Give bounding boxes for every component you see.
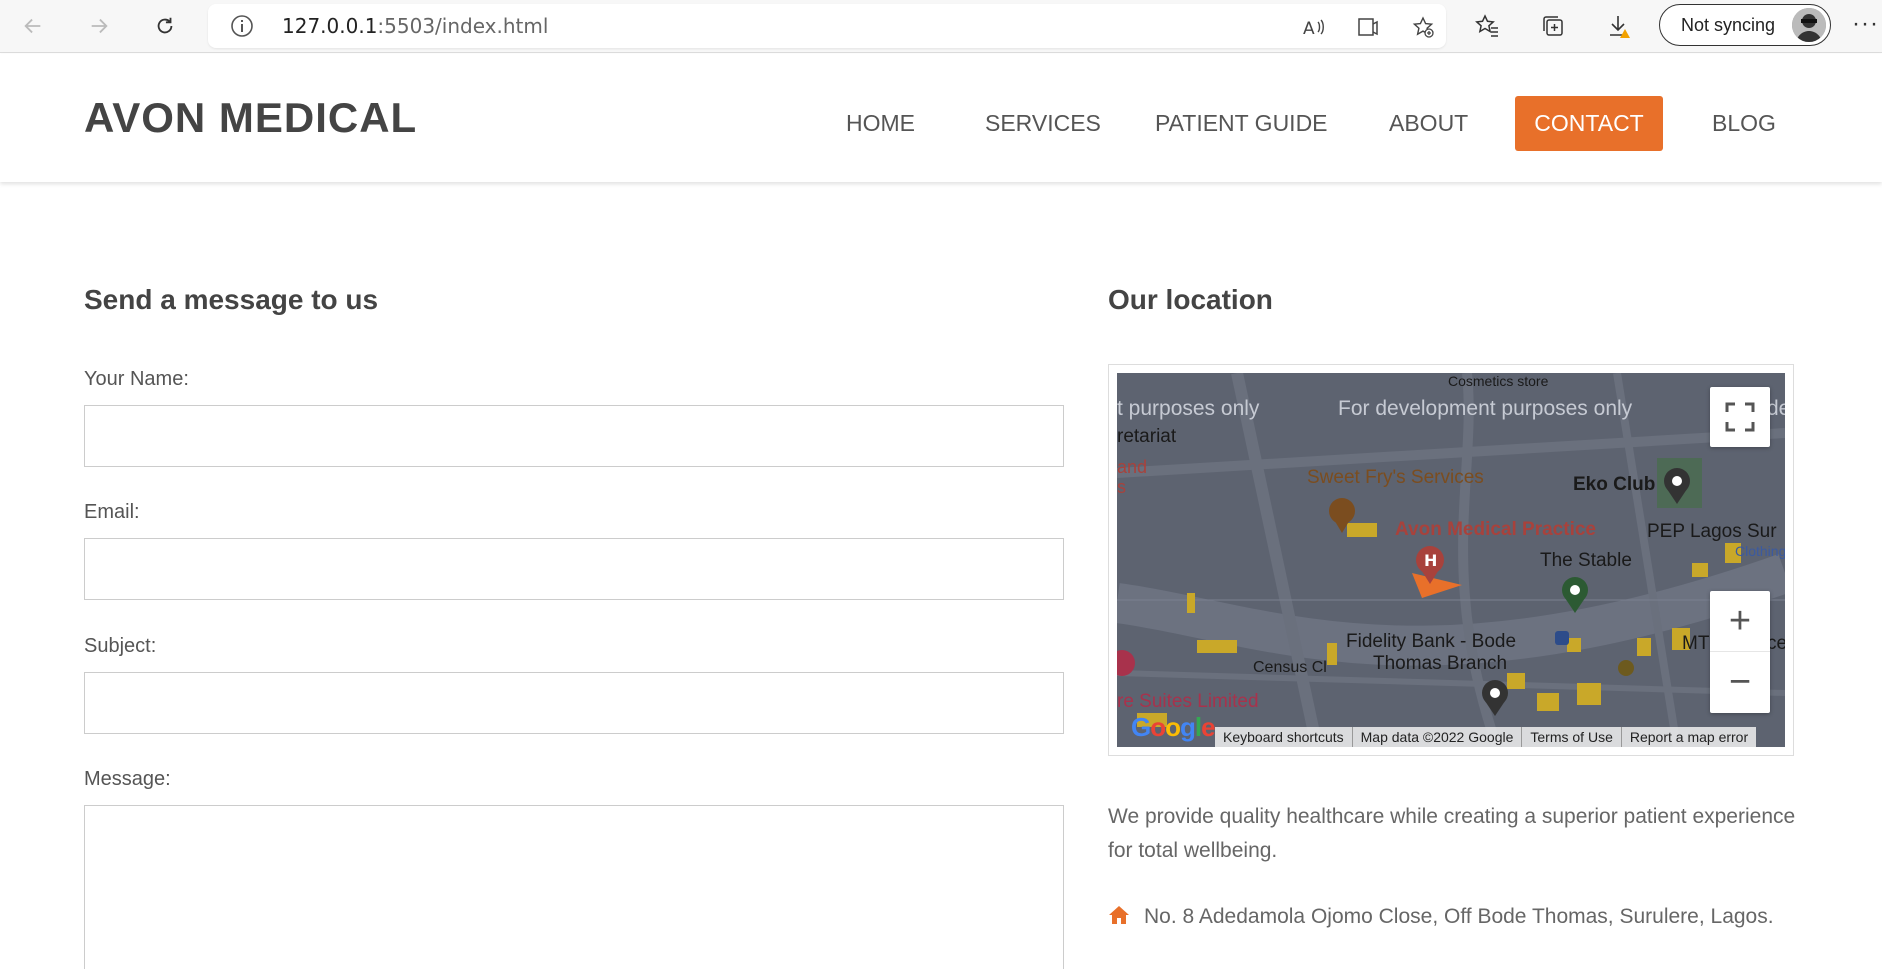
message-label: Message:	[84, 768, 171, 790]
map-label-fidelity-1: Fidelity Bank - Bode	[1346, 631, 1517, 652]
immersive-reader-icon[interactable]	[1355, 14, 1381, 40]
google-map[interactable]: H t purposes only For development purpos…	[1117, 373, 1785, 747]
nav-about[interactable]: ABOUT	[1367, 96, 1490, 151]
map-label-clothing: Clothing	[1735, 543, 1785, 559]
svg-text:A: A	[1303, 19, 1315, 39]
map-label-secretariat: retariat	[1117, 426, 1177, 447]
fullscreen-button[interactable]	[1710, 387, 1770, 447]
address-text: No. 8 Adedamola Ojomo Close, Off Bode Th…	[1144, 905, 1774, 928]
site-header: AVON MEDICAL HOME SERVICES PATIENT GUIDE…	[0, 54, 1882, 182]
google-logo: Google	[1131, 712, 1216, 742]
url-text[interactable]: 127.0.0.1:5503/index.html	[282, 14, 548, 38]
about-text: We provide quality healthcare while crea…	[1108, 805, 1796, 862]
back-arrow-icon	[24, 18, 41, 34]
zoom-in-button[interactable]: +	[1710, 592, 1770, 652]
profile-button[interactable]: Not syncing	[1659, 4, 1831, 46]
map-frame: H t purposes only For development purpos…	[1108, 364, 1794, 756]
name-label: Your Name:	[84, 368, 189, 390]
message-field[interactable]	[84, 805, 1064, 969]
refresh-icon	[157, 17, 173, 34]
collections-icon[interactable]	[1538, 11, 1568, 41]
refresh-button[interactable]	[146, 7, 184, 45]
nav-home[interactable]: HOME	[824, 96, 937, 151]
address-bar[interactable]: 127.0.0.1:5503/index.html A	[208, 4, 1446, 48]
email-label: Email:	[84, 501, 140, 523]
fullscreen-icon	[1725, 402, 1755, 432]
terms-of-use-link[interactable]: Terms of Use	[1522, 727, 1622, 747]
add-favorite-icon[interactable]	[1410, 14, 1436, 40]
map-data-text: Map data ©2022 Google	[1352, 727, 1523, 747]
map-label-avon-practice: Avon Medical Practice	[1395, 519, 1596, 540]
subject-label: Subject:	[84, 635, 157, 657]
map-label-mt: MT	[1682, 633, 1710, 654]
map-label-pep: PEP Lagos Sur	[1647, 521, 1777, 542]
home-icon	[1109, 906, 1129, 924]
map-watermark-left: t purposes only	[1117, 397, 1260, 420]
browser-toolbar: 127.0.0.1:5503/index.html A Not syncing …	[0, 0, 1882, 53]
map-attribution: Keyboard shortcuts Map data ©2022 Google…	[1215, 727, 1757, 747]
address-row: No. 8 Adedamola Ojomo Close, Off Bode Th…	[1108, 900, 1798, 934]
map-label-eko-club: Eko Club	[1573, 474, 1656, 495]
more-options-button[interactable]: ···	[1852, 10, 1880, 40]
name-field[interactable]	[84, 405, 1064, 467]
map-label-sweet-fry: Sweet Fry's Services	[1307, 467, 1484, 488]
map-label-stable: The Stable	[1540, 550, 1632, 571]
favorites-icon[interactable]	[1472, 11, 1502, 41]
map-label-cosmetics: Cosmetics store	[1448, 373, 1549, 389]
nav-services[interactable]: SERVICES	[963, 96, 1123, 151]
nav-blog[interactable]: BLOG	[1690, 96, 1798, 151]
map-label-suites: re Suites Limited	[1117, 691, 1259, 712]
avatar	[1792, 8, 1826, 42]
email-field[interactable]	[84, 538, 1064, 600]
back-button[interactable]	[14, 7, 52, 45]
map-label-s: s	[1117, 477, 1126, 497]
forward-arrow-icon	[91, 18, 108, 34]
map-label-fidelity-2: Thomas Branch	[1373, 653, 1508, 674]
map-watermark-center: For development purposes only	[1338, 397, 1633, 420]
forward-button[interactable]	[80, 7, 118, 45]
site-logo[interactable]: AVON MEDICAL	[84, 94, 417, 142]
zoom-out-button[interactable]: −	[1710, 652, 1770, 712]
zoom-control: + −	[1710, 591, 1770, 713]
map-label-and: and	[1117, 457, 1148, 477]
form-title: Send a message to us	[84, 284, 379, 315]
profile-label: Not syncing	[1681, 15, 1776, 35]
report-map-error-link[interactable]: Report a map error	[1621, 727, 1757, 747]
info-icon[interactable]	[230, 14, 254, 38]
subject-field[interactable]	[84, 672, 1064, 734]
location-title: Our location	[1108, 284, 1273, 315]
map-label-census: Census Cl	[1253, 659, 1327, 676]
read-aloud-icon[interactable]: A	[1300, 14, 1326, 40]
nav-patient-guide[interactable]: PATIENT GUIDE	[1133, 96, 1350, 151]
svg-text:H: H	[1424, 551, 1437, 570]
keyboard-shortcuts-link[interactable]: Keyboard shortcuts	[1215, 727, 1353, 747]
downloads-icon[interactable]	[1604, 11, 1634, 41]
nav-contact[interactable]: CONTACT	[1515, 96, 1663, 151]
